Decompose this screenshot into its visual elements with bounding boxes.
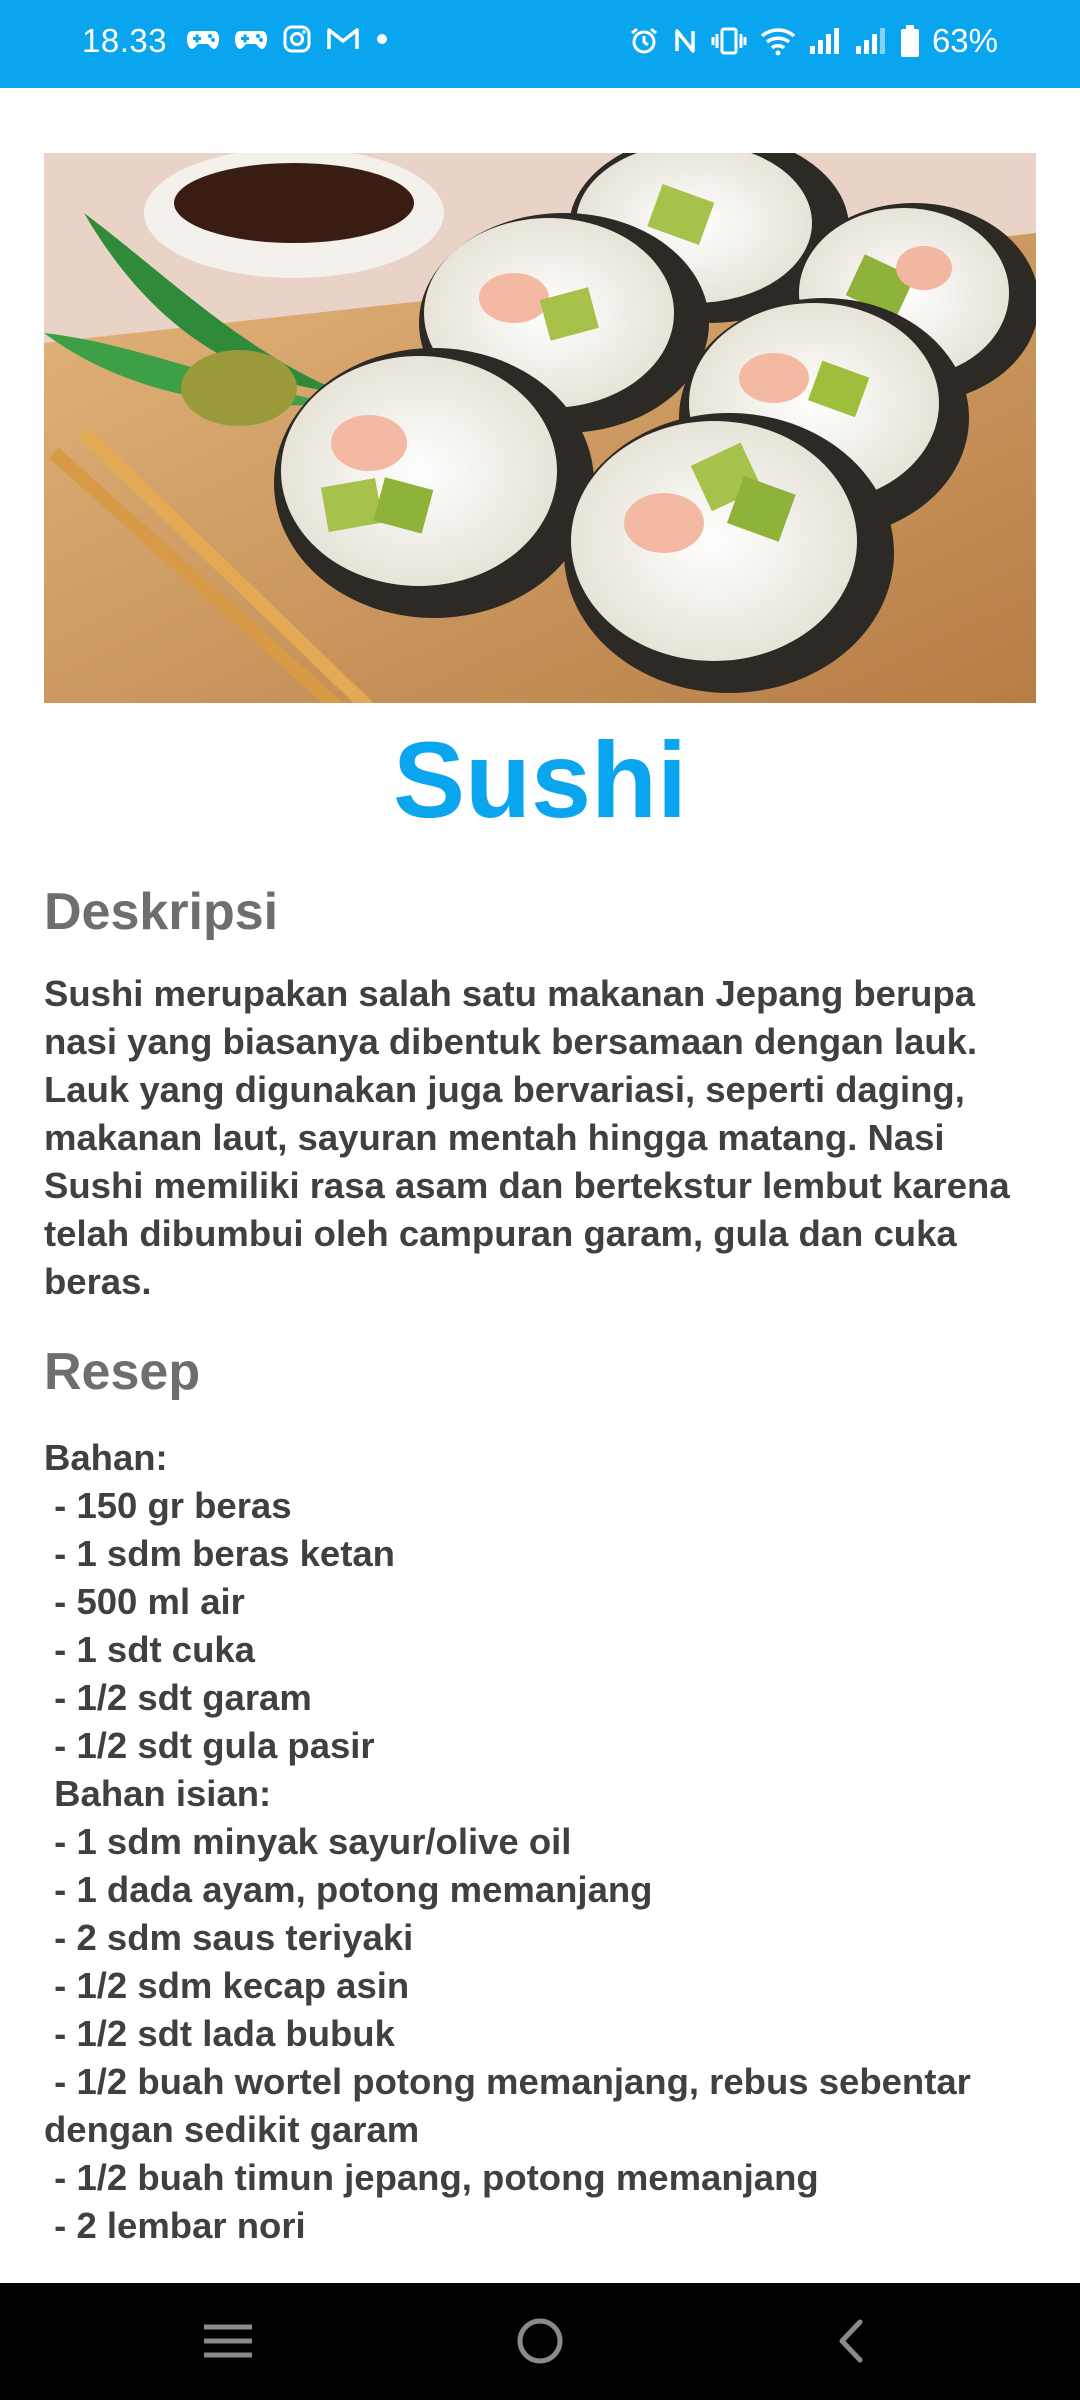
nfc-icon (672, 25, 698, 57)
vibrate-icon (710, 25, 748, 57)
page-title: Sushi (392, 719, 688, 840)
home-icon[interactable] (510, 2311, 570, 2371)
notification-icons (186, 24, 390, 54)
recipe-line: - 1/2 sdt gula pasir (44, 1725, 375, 1766)
recipe-line: - 2 sdm saus teriyaki (44, 1917, 414, 1958)
system-status-icons: 63% (628, 22, 998, 60)
signal-icon (808, 26, 842, 56)
navigation-bar (0, 2283, 1080, 2400)
dot-icon (374, 31, 390, 47)
gamepad-icon (234, 25, 268, 53)
recipe-line: Bahan isian: (44, 1773, 272, 1814)
recipe-line: - 1/2 sdm kecap asin (44, 1965, 410, 2006)
recipe-line: - 1 dada ayam, potong memanjang (44, 1869, 653, 1910)
instagram-icon (282, 24, 312, 54)
alarm-icon (628, 25, 660, 57)
recipe-line: - 500 ml air (44, 1581, 245, 1622)
status-bar: 18.33 63% (0, 0, 1080, 88)
recipe-line: - 1/2 buah wortel potong memanjang, rebu… (44, 2061, 982, 2150)
recipe-line: - 1 sdt cuka (44, 1629, 255, 1670)
wifi-icon (760, 26, 796, 56)
sushi-photo (44, 153, 1036, 703)
recipe-line: - 1 sdm beras ketan (44, 1533, 395, 1574)
description-text: Sushi merupakan salah satu makanan Jepan… (44, 973, 1010, 1302)
battery-percent: 63% (931, 22, 998, 59)
recipe-heading: Resep (44, 1343, 201, 1401)
recipe-line: - 1/2 buah timun jepang, potong memanjan… (44, 2157, 819, 2198)
signal-icon (854, 26, 888, 56)
recipe-line: Bahan: (44, 1437, 168, 1478)
back-icon[interactable] (820, 2311, 880, 2371)
recipe-line: - 1/2 sdt garam (44, 1677, 312, 1718)
recipe-list: Bahan: - 150 gr beras - 1 sdm beras keta… (44, 1434, 1054, 2239)
menu-icon[interactable] (198, 2311, 258, 2371)
recipe-line: - 1 sdm minyak sayur/olive oil (44, 1821, 572, 1862)
battery-icon (900, 24, 920, 58)
status-time: 18.33 (82, 22, 168, 59)
recipe-line: - 150 gr beras (44, 1485, 292, 1526)
description-heading: Deskripsi (44, 883, 279, 941)
gmail-icon (326, 25, 360, 53)
recipe-line: - 2 lembar nori (44, 2205, 306, 2239)
recipe-line: - 1/2 sdt lada bubuk (44, 2013, 395, 2054)
gamepad-icon (186, 25, 220, 53)
